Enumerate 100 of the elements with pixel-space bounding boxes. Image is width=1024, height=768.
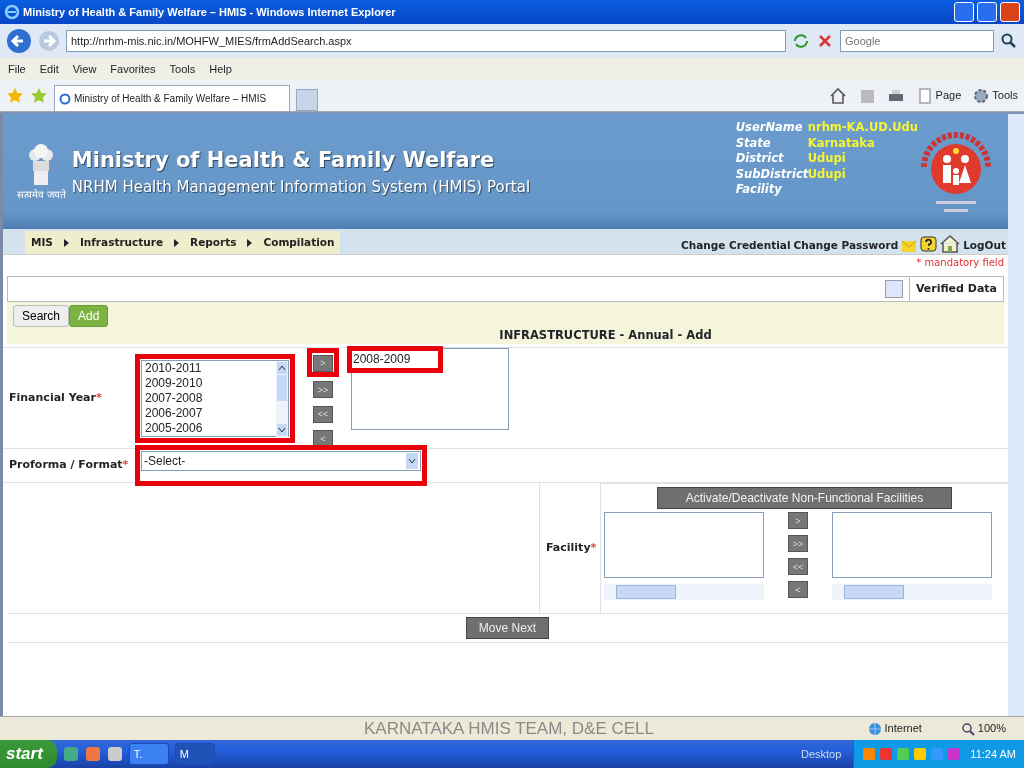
info-label: State xyxy=(735,135,772,151)
move-button[interactable]: << xyxy=(313,405,333,423)
menu-item[interactable]: Favorites xyxy=(110,60,156,78)
verified-swatch xyxy=(884,280,903,298)
back-icon[interactable] xyxy=(6,28,32,54)
menu-item[interactable]: Edit xyxy=(39,60,59,78)
list-option[interactable]: 2009-2010 xyxy=(145,375,273,391)
new-tab-button[interactable] xyxy=(296,89,318,111)
list-option[interactable]: 2006-2007 xyxy=(145,405,273,421)
action-tab[interactable]: Search xyxy=(13,305,70,327)
move-button[interactable]: > xyxy=(313,354,333,372)
desktop-label[interactable]: Desktop xyxy=(800,745,842,763)
field-label: Proforma / Format xyxy=(9,457,123,474)
quick-launch-icon[interactable] xyxy=(106,746,123,762)
available-years-list[interactable]: 2010-2011 2009-2010 2007-2008 2006-2007 2005-2006 xyxy=(141,359,289,437)
zoom-icon[interactable] xyxy=(960,721,975,736)
zoom-level[interactable]: 100% xyxy=(977,720,1006,737)
change-password-link[interactable]: Change Password xyxy=(793,238,899,254)
menu-item[interactable]: Tools xyxy=(169,60,196,78)
favorites-star-icon[interactable] xyxy=(6,86,24,105)
form-title: INFRASTRUCTURE - Annual - Add xyxy=(498,327,713,344)
taskbar-button[interactable]: T. xyxy=(128,743,169,765)
move-button[interactable]: << xyxy=(788,558,808,575)
list-option[interactable]: 2010-2011 xyxy=(145,360,273,376)
site-title: Ministry of Health & Family Welfare xyxy=(71,146,496,174)
info-label: Facility xyxy=(735,182,783,198)
zone-text: Internet xyxy=(884,721,922,737)
mandatory-note: * mandatory field xyxy=(3,254,1008,274)
horizontal-scrollbar[interactable] xyxy=(604,584,764,600)
move-next-button[interactable]: Move Next xyxy=(465,617,550,639)
menu-item[interactable]: Help xyxy=(209,60,232,78)
caret-icon xyxy=(246,237,254,248)
nav-menu-item[interactable]: Reports xyxy=(190,234,237,251)
list-option[interactable]: 2008-2009 xyxy=(353,352,437,367)
address-field[interactable]: http://nrhm-mis.nic.in/MOHFW_MIES/frmAddSearch.aspx xyxy=(66,30,786,52)
tray-icon[interactable] xyxy=(879,747,894,761)
quick-launch-icon[interactable] xyxy=(84,746,101,762)
home-icon[interactable] xyxy=(940,234,961,254)
caret-icon xyxy=(173,237,181,248)
scrollbar-icon[interactable] xyxy=(276,360,288,438)
clock-text: 11:24 AM xyxy=(970,746,1016,762)
vertical-scrollbar[interactable] xyxy=(1008,114,1024,716)
facility-list[interactable] xyxy=(604,512,764,578)
format-dropdown[interactable]: -Select- xyxy=(141,451,421,471)
legend-label: Verified Data xyxy=(908,277,1003,301)
required-mark: * xyxy=(122,457,129,474)
minimize-button[interactable] xyxy=(954,2,974,22)
page-icon xyxy=(916,87,933,104)
nav-menu-item[interactable]: Infrastructure xyxy=(79,234,164,251)
facility-list[interactable] xyxy=(832,512,992,578)
tools-menu[interactable]: Tools xyxy=(992,87,1018,104)
menu-item[interactable]: File xyxy=(8,60,26,78)
emblem-caption: सत्यमेव जयते xyxy=(17,188,66,202)
tray-icon[interactable] xyxy=(896,747,911,761)
search-icon[interactable] xyxy=(1000,32,1018,50)
logout-link[interactable]: LogOut xyxy=(963,238,1006,254)
url-text: http://nrhm-mis.nic.in/MOHFW_MIES/frmAddSearch.aspx xyxy=(71,33,352,49)
menu-item[interactable]: View xyxy=(72,60,97,78)
maximize-button[interactable] xyxy=(977,2,997,22)
help-icon[interactable] xyxy=(920,236,938,254)
ie-icon xyxy=(59,92,71,105)
add-favorite-icon[interactable] xyxy=(30,86,48,105)
printer-icon[interactable] xyxy=(886,87,905,104)
site-subtitle: NRHM Health Management Information System (HMIS) Portal xyxy=(71,177,531,198)
close-button[interactable] xyxy=(1000,2,1020,22)
info-label: UserName xyxy=(735,120,804,136)
nav-menu-item[interactable]: Compilation xyxy=(263,234,335,251)
refresh-icon[interactable] xyxy=(792,32,810,50)
footer-caption: KARNATAKA HMIS TEAM, D&E CELL xyxy=(364,717,655,740)
info-label: SubDistrict xyxy=(735,166,808,182)
list-option[interactable]: 2007-2008 xyxy=(145,390,273,406)
search-field[interactable]: Google xyxy=(840,30,994,52)
quick-launch-icon[interactable] xyxy=(62,746,79,762)
tray-icon[interactable] xyxy=(913,747,928,761)
info-value: Udupi xyxy=(807,151,846,167)
horizontal-scrollbar[interactable] xyxy=(832,584,992,600)
list-option[interactable]: 2005-2006 xyxy=(145,420,273,436)
caret-icon xyxy=(62,237,70,248)
window-title: Ministry of Health & Family Welfare – HMIS - Windows Internet Explorer xyxy=(23,4,397,20)
page-menu[interactable]: Page xyxy=(935,87,962,104)
nav-menu-item[interactable]: MIS xyxy=(31,234,53,251)
globe-icon xyxy=(867,721,882,736)
info-value: Karnataka xyxy=(807,135,875,151)
home-icon[interactable] xyxy=(828,86,847,105)
activate-facilities-button[interactable]: Activate/Deactivate Non-Functional Facilities xyxy=(656,487,953,509)
change-credential-link[interactable]: Change Credential xyxy=(681,238,791,254)
tray-icon[interactable] xyxy=(947,747,962,761)
field-label: Facility xyxy=(546,539,591,556)
browser-tab[interactable]: Ministry of Health & Family Welfare – HMIS xyxy=(54,85,290,111)
move-button[interactable]: < xyxy=(788,581,808,598)
field-label: Financial Year xyxy=(9,389,96,406)
forward-icon[interactable] xyxy=(38,30,60,52)
required-mark: * xyxy=(590,539,597,556)
info-value: nrhm-KA.UD.Udu xyxy=(807,120,918,136)
info-label: District xyxy=(735,151,785,167)
move-button[interactable]: > xyxy=(788,512,808,529)
required-mark: * xyxy=(95,389,102,406)
ie-icon xyxy=(4,4,20,20)
start-button[interactable]: start xyxy=(0,740,57,768)
taskbar-button[interactable]: M xyxy=(174,743,215,765)
